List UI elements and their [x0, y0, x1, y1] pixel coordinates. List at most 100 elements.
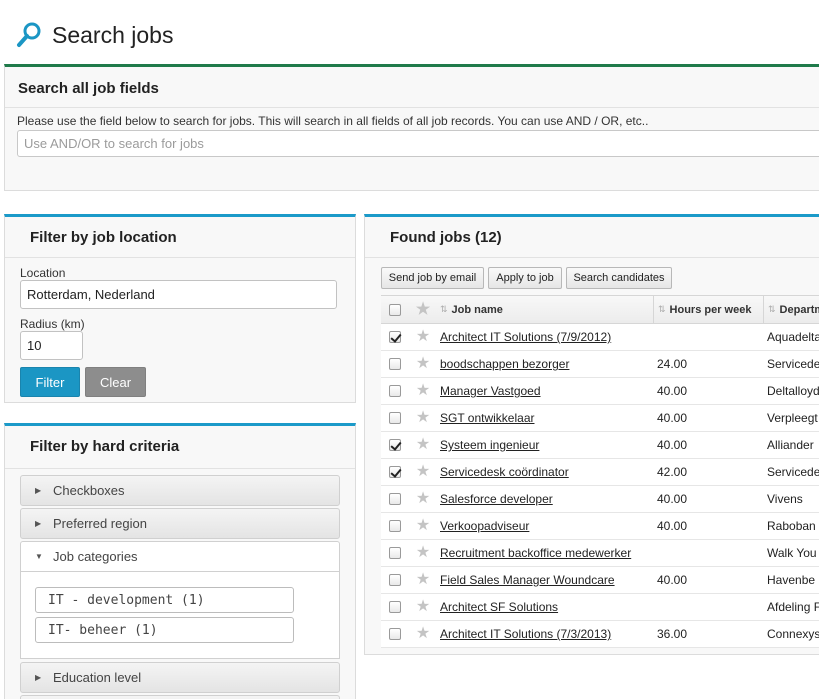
radius-label: Radius (km): [20, 317, 85, 331]
star-icon[interactable]: ★: [416, 301, 430, 318]
row-checkbox[interactable]: [389, 547, 401, 559]
hours-value: 40.00: [657, 438, 688, 452]
hours-value: 40.00: [657, 492, 688, 506]
job-search-input[interactable]: [17, 130, 819, 157]
table-row: ★ Systeem ingenieur 40.00 Alliander: [381, 432, 819, 459]
sort-icon: ⇅: [768, 304, 776, 314]
job-name-link[interactable]: boodschappen bezorger: [440, 357, 569, 371]
star-icon[interactable]: ★: [416, 599, 430, 615]
search-icon: [16, 21, 42, 49]
accordion-label: Checkboxes: [53, 483, 125, 498]
divider: [365, 257, 819, 258]
department-value: Servicede: [767, 357, 819, 371]
row-checkbox[interactable]: [389, 574, 401, 586]
select-all-checkbox[interactable]: [389, 303, 401, 316]
location-filter-panel: Filter by job location Location Radius (…: [4, 214, 356, 403]
job-name-link[interactable]: SGT ontwikkelaar: [440, 411, 534, 425]
department-value: Havenbe: [767, 573, 816, 587]
accordion-preferred-region[interactable]: ▶ Preferred region: [20, 508, 340, 539]
star-icon[interactable]: ★: [416, 464, 430, 480]
row-checkbox[interactable]: [389, 601, 401, 613]
search-candidates-button[interactable]: Search candidates: [566, 267, 672, 289]
star-icon[interactable]: ★: [416, 626, 430, 642]
star-icon[interactable]: ★: [416, 356, 430, 372]
row-checkbox[interactable]: [389, 412, 401, 424]
hours-value: 42.00: [657, 465, 688, 479]
table-row: ★ Servicedesk coördinator 42.00 Servicede: [381, 459, 819, 486]
job-name-link[interactable]: Recruitment backoffice medewerker: [440, 546, 631, 560]
page-header: Search jobs: [16, 18, 173, 52]
hours-value: 36.00: [657, 627, 688, 641]
location-panel-title: Filter by job location: [30, 229, 177, 246]
table-row: ★ Manager Vastgoed 40.00 Deltalloyd: [381, 378, 819, 405]
job-name-link[interactable]: Architect IT Solutions (7/3/2013): [440, 627, 611, 641]
apply-to-job-button[interactable]: Apply to job: [488, 267, 562, 289]
department-value: Aquadelta: [767, 330, 819, 344]
row-checkbox[interactable]: [389, 385, 401, 397]
star-icon[interactable]: ★: [416, 518, 430, 534]
accordion-education-level[interactable]: ▶ Education level: [20, 662, 340, 693]
row-checkbox[interactable]: [389, 331, 401, 343]
radius-input[interactable]: [20, 331, 83, 360]
search-panel-title: Search all job fields: [18, 80, 159, 97]
divider: [5, 107, 819, 108]
job-name-link[interactable]: Systeem ingenieur: [440, 438, 539, 452]
star-icon[interactable]: ★: [416, 572, 430, 588]
row-checkbox[interactable]: [389, 466, 401, 478]
column-job-name[interactable]: ⇅ Job name: [438, 296, 651, 323]
department-value: Vivens: [767, 492, 803, 506]
job-name-link[interactable]: Architect SF Solutions: [440, 600, 558, 614]
row-checkbox[interactable]: [389, 628, 401, 640]
department-value: Raboban: [767, 519, 816, 533]
row-checkbox[interactable]: [389, 493, 401, 505]
location-input[interactable]: [20, 280, 337, 309]
found-jobs-title: Found jobs (12): [390, 229, 502, 246]
accordion-next-section[interactable]: [20, 695, 340, 699]
job-name-link[interactable]: Field Sales Manager Woundcare: [440, 573, 615, 587]
clear-button[interactable]: Clear: [85, 367, 146, 397]
page-title: Search jobs: [52, 21, 174, 48]
criteria-filter-panel: Filter by hard criteria ▶ Checkboxes ▶ P…: [4, 423, 356, 699]
column-label: Departm: [779, 303, 819, 316]
star-icon[interactable]: ★: [416, 410, 430, 426]
job-name-link[interactable]: Verkoopadviseur: [440, 519, 529, 533]
star-icon[interactable]: ★: [416, 383, 430, 399]
send-job-by-email-button[interactable]: Send job by email: [381, 267, 484, 289]
table-row: ★ SGT ontwikkelaar 40.00 Verpleegt: [381, 405, 819, 432]
accordion-checkboxes[interactable]: ▶ Checkboxes: [20, 475, 340, 506]
row-checkbox[interactable]: [389, 358, 401, 370]
star-icon[interactable]: ★: [416, 491, 430, 507]
row-checkbox[interactable]: [389, 439, 401, 451]
department-value: Connexys: [767, 627, 819, 641]
accordion-label: Job categories: [53, 549, 138, 564]
table-row: ★ Architect SF Solutions Afdeling F: [381, 594, 819, 621]
department-value: Afdeling F: [767, 600, 819, 614]
category-option[interactable]: IT- beheer (1): [35, 617, 294, 643]
star-icon[interactable]: ★: [416, 545, 430, 561]
criteria-panel-title: Filter by hard criteria: [30, 438, 180, 455]
column-hours[interactable]: ⇅ Hours per week: [653, 296, 763, 323]
job-name-link[interactable]: Salesforce developer: [440, 492, 553, 506]
caret-right-icon: ▶: [35, 486, 42, 495]
divider: [5, 257, 355, 258]
jobs-table: ★ ⇅Job name ⇅Hours per week ⇅Departm ★Ar…: [381, 295, 819, 648]
row-checkbox[interactable]: [389, 520, 401, 532]
column-department[interactable]: ⇅Departm: [763, 296, 819, 323]
table-row: ★ Recruitment backoffice medewerker Walk Y…: [381, 540, 819, 567]
search-panel: Search all job fields Please use the fie…: [4, 64, 819, 191]
job-name-link[interactable]: Manager Vastgoed: [440, 384, 541, 398]
table-row: ★ Architect IT Solutions (7/3/2013) 36.00 C…: [381, 621, 819, 648]
star-icon[interactable]: ★: [416, 329, 430, 345]
category-option[interactable]: IT - development (1): [35, 587, 294, 613]
job-name-link[interactable]: Servicedesk coördinator: [440, 465, 569, 479]
column-label: Hours per week: [669, 303, 752, 316]
department-value: Servicede: [767, 465, 819, 479]
accordion-label: Education level: [53, 670, 142, 685]
accordion-job-categories[interactable]: ▼ Job categories: [20, 541, 340, 572]
found-jobs-panel: Found jobs (12) Send job by email Apply …: [364, 214, 819, 655]
job-name-link[interactable]: Architect IT Solutions (7/9/2012): [440, 330, 611, 344]
table-row: ★ Architect IT Solutions (7/9/2012) Aquade…: [381, 324, 819, 351]
hours-value: 40.00: [657, 411, 688, 425]
filter-button[interactable]: Filter: [20, 367, 80, 397]
star-icon[interactable]: ★: [416, 437, 430, 453]
